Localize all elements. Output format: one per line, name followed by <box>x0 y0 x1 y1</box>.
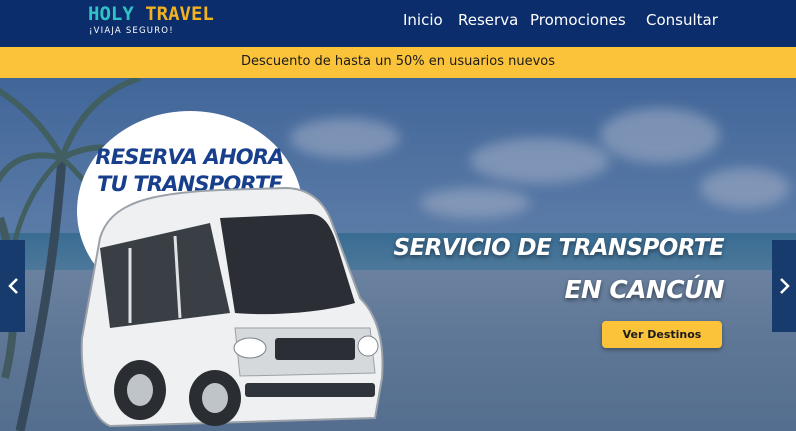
hero-carousel: RESERVA AHORA TU TRANSPORTE SERVICIO DE … <box>0 78 796 431</box>
hero-headline-line-2: EN CANCÚN <box>564 275 725 304</box>
logo-word-travel: TRAVEL <box>145 3 214 25</box>
logo-word-holy: HOLY <box>88 3 134 25</box>
site-header: HOLY TRAVEL ¡VIAJA SEGURO! Inicio Reserv… <box>0 0 796 47</box>
promo-text: Descuento de hasta un 50% en usuarios nu… <box>240 54 556 69</box>
logo-tagline: ¡VIAJA SEGURO! <box>89 26 174 36</box>
ver-destinos-button[interactable]: Ver Destinos <box>602 321 722 348</box>
hero-headline-line-1: SERVICIO DE TRANSPORTE <box>393 235 725 261</box>
nav-inicio[interactable]: Inicio <box>403 11 443 29</box>
chevron-left-icon <box>7 278 18 294</box>
chevron-right-icon <box>779 278 790 294</box>
nav-reserva[interactable]: Reserva <box>458 11 518 29</box>
nav-promociones[interactable]: Promociones <box>530 11 626 29</box>
logo-wordmark: HOLY TRAVEL <box>88 3 214 25</box>
bubble-line-1: RESERVA AHORA <box>95 145 284 169</box>
carousel-prev-button[interactable] <box>0 240 25 332</box>
holy-travel-logo[interactable]: HOLY TRAVEL ¡VIAJA SEGURO! <box>88 3 214 39</box>
nav-consultar[interactable]: Consultar <box>646 11 718 29</box>
carousel-next-button[interactable] <box>772 240 796 332</box>
van-image <box>80 186 384 428</box>
promo-banner: Descuento de hasta un 50% en usuarios nu… <box>0 47 796 78</box>
